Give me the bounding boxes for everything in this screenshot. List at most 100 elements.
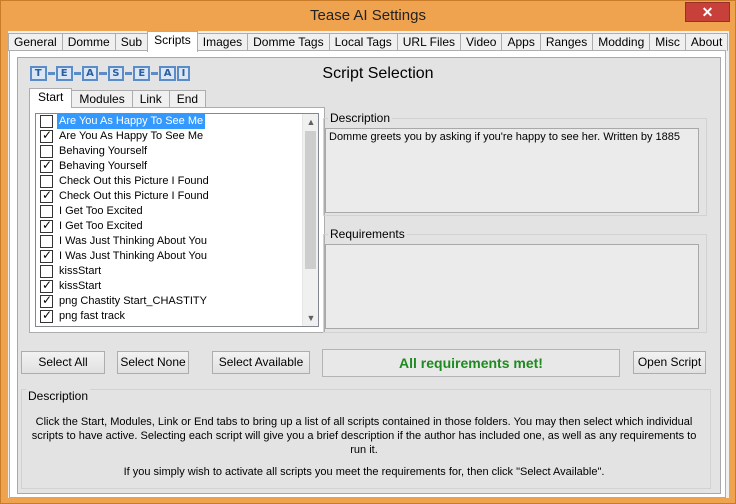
logo-letter: T — [30, 66, 47, 81]
script-list-item[interactable]: ✓ png fast track — [36, 308, 318, 324]
logo-letter: S — [107, 66, 125, 81]
logo-letter: A — [81, 66, 99, 81]
tab-general[interactable]: General — [8, 33, 63, 51]
checkmark-icon: ✓ — [42, 188, 53, 202]
script-checkbox[interactable]: ✓ — [40, 218, 53, 233]
tab-ranges[interactable]: Ranges — [539, 33, 594, 51]
requirements-label: Requirements — [328, 227, 407, 241]
open-script-button[interactable]: Open Script — [633, 351, 706, 374]
script-list-panel: Are You As Happy To See Me ✓ Are You As Ha… — [29, 107, 325, 333]
tab-modding[interactable]: Modding — [592, 33, 651, 51]
script-checkbox[interactable]: ✓ — [40, 293, 53, 308]
script-label: I Was Just Thinking About You — [59, 250, 207, 262]
description-label: Description — [328, 111, 393, 125]
tab-apps[interactable]: Apps — [501, 33, 541, 51]
script-list-item[interactable]: I Get Too Excited — [36, 204, 318, 219]
requirements-textbox[interactable] — [325, 244, 699, 329]
script-list-item[interactable]: Are You As Happy To See Me — [36, 114, 318, 129]
script-list-item[interactable]: ✓ kissStart — [36, 278, 318, 294]
script-checkbox[interactable] — [40, 205, 53, 218]
logo-letter: E — [133, 66, 151, 81]
help-description-group: Description Click the Start, Modules, Li… — [21, 389, 711, 489]
script-list-item[interactable]: kissStart — [36, 264, 318, 279]
subtab-modules[interactable]: Modules — [71, 90, 133, 108]
script-label: Behaving Yourself — [59, 145, 148, 157]
tab-domme[interactable]: Domme — [61, 33, 116, 51]
tab-about[interactable]: About — [684, 33, 729, 51]
script-checkbox[interactable] — [40, 235, 53, 248]
subtab-end[interactable]: End — [168, 90, 207, 108]
tease-ai-logo: TEASEAI — [30, 66, 190, 82]
script-type-tabs: Start Modules Link End — [29, 88, 207, 108]
script-label: I Get Too Excited — [59, 220, 143, 232]
description-textbox[interactable]: Domme greets you by asking if you're hap… — [325, 128, 699, 213]
script-list-item[interactable]: Check Out this Picture I Found — [36, 174, 318, 189]
help-description-label: Description — [26, 389, 91, 403]
logo-dash — [125, 72, 133, 75]
tab-sub[interactable]: Sub — [114, 33, 149, 51]
logo-dash — [73, 72, 81, 75]
script-checklist[interactable]: Are You As Happy To See Me ✓ Are You As Ha… — [35, 113, 319, 327]
list-scrollbar[interactable]: ▲ ▼ — [302, 114, 318, 326]
script-label: Check Out this Picture I Found — [59, 175, 209, 187]
script-checkbox[interactable]: ✓ — [40, 248, 53, 263]
script-selection-panel: TEASEAI Script Selection Start Modules Lin… — [17, 57, 721, 494]
scroll-up-arrow-icon[interactable]: ▲ — [303, 114, 318, 130]
script-list-item[interactable]: ✓ png Chastity Start_CHASTITY — [36, 293, 318, 309]
select-none-button[interactable]: Select None — [117, 351, 189, 374]
tab-video[interactable]: Video — [460, 33, 503, 51]
script-list-item[interactable]: ✓ Are You As Happy To See Me — [36, 128, 318, 144]
logo-dash — [47, 72, 55, 75]
section-title: Script Selection — [322, 65, 434, 82]
select-available-button[interactable]: Select Available — [212, 351, 310, 374]
script-list-item[interactable]: ✓ Behaving Yourself — [36, 158, 318, 174]
settings-window: Tease AI Settings ✕ General Domme Sub Scrip… — [0, 0, 736, 504]
logo-letter: E — [55, 66, 73, 81]
scroll-down-arrow-icon[interactable]: ▼ — [303, 310, 318, 326]
script-checkbox[interactable] — [40, 265, 53, 278]
script-label: Behaving Yourself — [59, 160, 148, 172]
description-group: Description Domme greets you by asking i… — [323, 111, 707, 216]
window-title: Tease AI Settings — [310, 7, 426, 24]
logo-letter: I — [176, 66, 190, 81]
scroll-thumb[interactable] — [305, 131, 316, 269]
script-label: png fast track — [59, 310, 126, 322]
help-text-line2: If you simply wish to activate all scrip… — [123, 466, 605, 478]
tab-domme-tags[interactable]: Domme Tags — [247, 33, 330, 51]
logo-dash — [151, 72, 159, 75]
checkmark-icon: ✓ — [42, 293, 53, 307]
title-bar[interactable]: Tease AI Settings ✕ — [1, 1, 735, 31]
script-checkbox[interactable]: ✓ — [40, 278, 53, 293]
tab-scripts[interactable]: Scripts — [147, 31, 198, 52]
checkmark-icon: ✓ — [42, 158, 53, 172]
tab-url-files[interactable]: URL Files — [396, 33, 461, 51]
requirements-status: All requirements met! — [322, 349, 620, 377]
script-checkbox[interactable] — [40, 115, 53, 128]
script-list-item[interactable]: ✓ Check Out this Picture I Found — [36, 188, 318, 204]
script-checkbox[interactable]: ✓ — [40, 158, 53, 173]
tab-images[interactable]: Images — [196, 33, 249, 51]
script-checkbox[interactable] — [40, 175, 53, 188]
script-label: I Get Too Excited — [59, 205, 143, 217]
script-label: kissStart — [59, 265, 102, 277]
script-list-item[interactable]: Behaving Yourself — [36, 144, 318, 159]
logo-letter: A — [159, 66, 176, 81]
script-checkbox[interactable]: ✓ — [40, 128, 53, 143]
script-checkbox[interactable]: ✓ — [40, 308, 53, 323]
select-all-button[interactable]: Select All — [21, 351, 105, 374]
script-checkbox[interactable] — [40, 145, 53, 158]
tab-local-tags[interactable]: Local Tags — [328, 33, 398, 51]
script-checkbox[interactable]: ✓ — [40, 188, 53, 203]
script-label: kissStart — [59, 280, 102, 292]
checkmark-icon: ✓ — [42, 248, 53, 262]
script-list-item[interactable]: ✓ I Get Too Excited — [36, 218, 318, 234]
subtab-start[interactable]: Start — [29, 88, 73, 108]
script-list-item[interactable]: ✓ I Was Just Thinking About You — [36, 248, 318, 264]
tab-misc[interactable]: Misc — [649, 33, 686, 51]
subtab-link[interactable]: Link — [131, 90, 170, 108]
scripts-tab-panel: TEASEAI Script Selection Start Modules Lin… — [9, 50, 726, 498]
script-list-item[interactable]: I Was Just Thinking About You — [36, 234, 318, 249]
script-label: Check Out this Picture I Found — [59, 190, 209, 202]
help-text: Click the Start, Modules, Link or End ta… — [26, 415, 702, 479]
close-button[interactable]: ✕ — [685, 2, 730, 22]
